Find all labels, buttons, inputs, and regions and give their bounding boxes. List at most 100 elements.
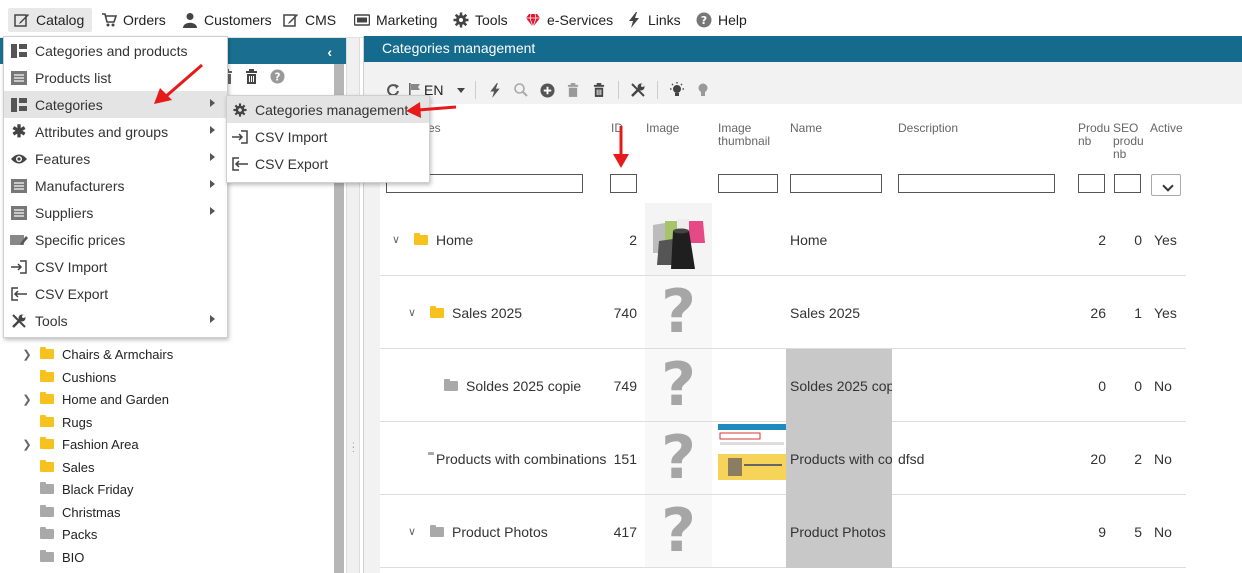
export-icon [232,156,248,171]
column-header-image[interactable]: Image [646,122,679,135]
column-header-products-nb[interactable]: Produ nb [1078,122,1110,148]
lightbulb-on-icon[interactable] [664,78,690,102]
folder-icon [430,524,444,537]
page-title: Categories management [364,36,1242,62]
category-thumbnail[interactable] [718,424,786,484]
chevron-right-icon[interactable]: ❯ [20,393,34,406]
name-cell: Products with com [786,422,892,495]
language-selector[interactable]: EN [424,82,466,98]
filter-active-select[interactable] [1151,174,1181,196]
filter-name-input[interactable] [790,174,882,193]
seo-cell: 1 [1134,304,1142,321]
svg-text:?: ? [275,71,281,83]
id-cell: 749 [613,377,637,394]
submenu-item-csv-export[interactable]: CSV Export [227,150,429,177]
search-icon[interactable] [508,78,534,102]
filter-id-input[interactable] [610,174,637,193]
table-row[interactable]: ∨ Product Photos 417 ? Product Photos 9 … [380,495,1186,568]
active-cell: Yes [1154,231,1177,248]
column-header-description[interactable]: Description [898,122,958,135]
filter-seo-input[interactable] [1114,174,1141,193]
table-row[interactable]: ∨ Sales 2025 740 ? Sales 2025 26 1 Yes [380,276,1186,349]
menu-item-csv-import[interactable]: CSV Import [4,253,227,280]
tree-node[interactable]: Sales [20,456,95,478]
filter-description-input[interactable] [898,174,1055,193]
column-header-seo-products-nb[interactable]: SEO produ nb [1113,122,1144,161]
menu-item-tools[interactable]: Tools [4,307,227,334]
category-image[interactable]: ? [645,495,712,567]
menu-links[interactable]: Links [626,8,681,32]
menu-eservices[interactable]: e-Services [525,8,613,32]
lightbulb-off-icon[interactable] [690,78,716,102]
menu-marketing-label: Marketing [376,12,438,28]
delete-all-icon[interactable] [586,78,612,102]
column-header-name[interactable]: Name [790,122,822,135]
table-row[interactable]: Soldes 2025 copie 749 ? Soldes 2025 copi… [380,349,1186,422]
eye-icon [10,152,28,166]
help-icon[interactable]: ? [270,69,285,84]
submenu-item-categories-management[interactable]: Categories management [227,96,429,123]
menu-help[interactable]: ? Help [696,8,747,32]
menu-marketing[interactable]: Marketing [354,8,437,32]
chevron-right-icon[interactable]: ❯ [20,438,34,451]
menu-item-attributes-and-groups[interactable]: ✱ Attributes and groups [4,118,227,145]
folder-icon [40,370,54,382]
submenu-arrow-icon [210,207,215,215]
menu-tools[interactable]: Tools [453,8,508,32]
trash-icon[interactable] [560,78,586,102]
active-cell: No [1154,377,1172,394]
annotation-arrow-id-column [613,126,629,168]
tools-icon[interactable] [625,78,651,102]
tree-node[interactable]: BIO [20,546,84,568]
filter-products-input[interactable] [1078,174,1105,193]
column-header-thumbnail[interactable]: Image thumbnail [718,122,770,148]
menu-item-features[interactable]: Features [4,145,227,172]
stools-photo [645,203,712,275]
menu-customers[interactable]: Customers [182,8,272,32]
category-image[interactable]: ? [645,349,712,421]
chevron-down-icon[interactable]: ∨ [408,525,420,538]
edit-icon [283,14,298,27]
tree-node[interactable]: Black Friday [20,478,134,500]
add-icon[interactable] [534,78,560,102]
placeholder-image-icon: ? [661,423,696,493]
table-row[interactable]: Products with combinations 151 ? Product… [380,422,1186,495]
menu-cms[interactable]: CMS [283,8,336,32]
table-row[interactable]: ∨ Home 2 Home 2 0 Yes [380,203,1186,276]
menu-item-suppliers[interactable]: Suppliers [4,199,227,226]
tree-node[interactable]: ❯ Home and Garden [20,388,169,410]
tree-node[interactable]: ❯ Chairs & Armchairs [20,343,173,365]
bolt-icon[interactable] [482,78,508,102]
toolbar-separator [475,81,477,99]
gear-icon [453,12,469,28]
tree-node[interactable]: Rugs [20,411,92,433]
filter-thumbnail-input[interactable] [718,174,778,193]
tree-node[interactable]: Packs [20,523,97,545]
column-header-active[interactable]: Active [1150,122,1183,135]
submenu-arrow-icon [210,180,215,188]
active-cell: No [1154,523,1172,540]
annotation-arrow-categories [154,63,203,104]
collapse-panel-button[interactable]: ‹ [327,44,332,60]
tree-node[interactable]: Cushions [20,366,116,388]
category-image[interactable]: ? [645,422,712,494]
category-image[interactable] [645,203,712,275]
category-image[interactable]: ? [645,276,712,348]
toolbar-separator [657,81,659,99]
menu-orders[interactable]: Orders [101,8,166,32]
menu-links-label: Links [648,12,681,28]
chevron-down-icon[interactable]: ∨ [408,306,420,319]
name-cell: Soldes 2025 copie [786,349,892,422]
tree-node[interactable]: ❯ Fashion Area [20,433,138,455]
menu-catalog-label: Catalog [36,12,85,28]
trash-icon[interactable] [245,69,258,84]
menu-catalog[interactable]: Catalog [8,8,93,32]
folder-icon [414,232,428,245]
chevron-right-icon[interactable]: ❯ [20,348,34,361]
menu-item-csv-export[interactable]: CSV Export [4,280,227,307]
tree-node[interactable]: Christmas [20,501,121,523]
chevron-down-icon[interactable]: ∨ [392,233,404,246]
submenu-item-csv-import[interactable]: CSV Import [227,123,429,150]
menu-item-specific-prices[interactable]: Specific prices [4,226,227,253]
menu-item-manufacturers[interactable]: Manufacturers [4,172,227,199]
